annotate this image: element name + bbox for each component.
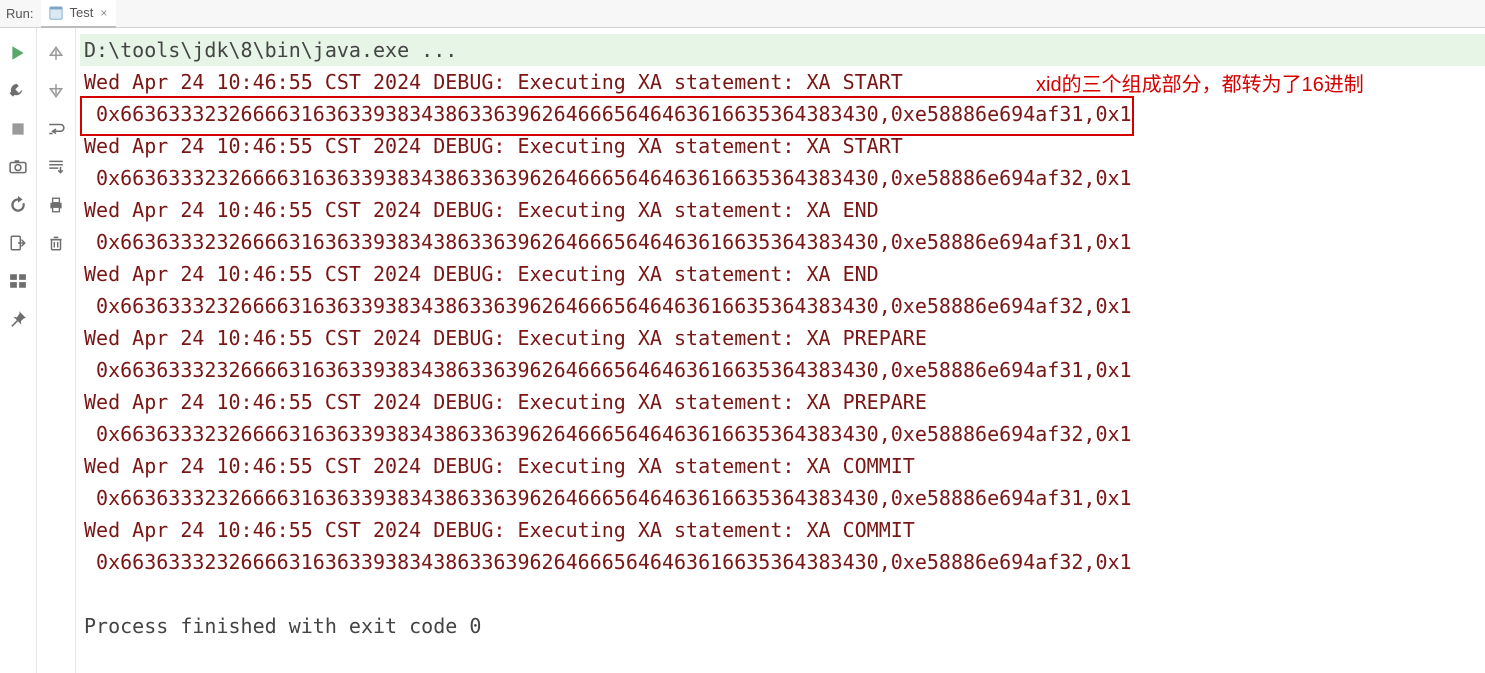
soft-wrap-button[interactable] — [42, 115, 70, 143]
log-line: 0x66363332326666316363393834386336396264… — [80, 98, 1485, 130]
rerun-button[interactable] — [4, 39, 32, 67]
log-line: Wed Apr 24 10:46:55 CST 2024 DEBUG: Exec… — [80, 450, 1485, 482]
log-line: Wed Apr 24 10:46:55 CST 2024 DEBUG: Exec… — [80, 258, 1485, 290]
print-button[interactable] — [42, 191, 70, 219]
log-line: 0x66363332326666316363393834386336396264… — [80, 226, 1485, 258]
restart-button[interactable] — [4, 191, 32, 219]
layout-button[interactable] — [4, 267, 32, 295]
log-line: Wed Apr 24 10:46:55 CST 2024 DEBUG: Exec… — [80, 322, 1485, 354]
left-toolbar — [0, 28, 37, 673]
stop-button[interactable] — [4, 115, 32, 143]
log-line: Wed Apr 24 10:46:55 CST 2024 DEBUG: Exec… — [80, 66, 1485, 98]
close-icon[interactable]: × — [99, 6, 108, 20]
log-line: 0x66363332326666316363393834386336396264… — [80, 354, 1485, 386]
log-line: 0x66363332326666316363393834386336396264… — [80, 418, 1485, 450]
console-output[interactable]: D:\tools\jdk\8\bin\java.exe ... Wed Apr … — [76, 28, 1485, 673]
log-line: Wed Apr 24 10:46:55 CST 2024 DEBUG: Exec… — [80, 194, 1485, 226]
tool-window-title: Run: — [0, 6, 41, 21]
tool-window-header: Run: Test × — [0, 0, 1485, 28]
application-icon — [49, 6, 63, 20]
log-line: 0x66363332326666316363393834386336396264… — [80, 290, 1485, 322]
command-line: D:\tools\jdk\8\bin\java.exe ... — [80, 34, 1485, 66]
run-tab-test[interactable]: Test × — [41, 0, 116, 28]
scroll-end-button[interactable] — [42, 153, 70, 181]
log-line: 0x66363332326666316363393834386336396264… — [80, 546, 1485, 578]
tool-window-body: D:\tools\jdk\8\bin\java.exe ... Wed Apr … — [0, 28, 1485, 673]
console-toolbar — [37, 28, 76, 673]
down-stack-button[interactable] — [42, 77, 70, 105]
pin-button[interactable] — [4, 305, 32, 333]
log-line: Wed Apr 24 10:46:55 CST 2024 DEBUG: Exec… — [80, 514, 1485, 546]
clear-all-button[interactable] — [42, 229, 70, 257]
log-line: Wed Apr 24 10:46:55 CST 2024 DEBUG: Exec… — [80, 130, 1485, 162]
tab-label: Test — [69, 5, 93, 20]
build-run-button[interactable] — [4, 77, 32, 105]
camera-button[interactable] — [4, 153, 32, 181]
up-stack-button[interactable] — [42, 39, 70, 67]
log-line: 0x66363332326666316363393834386336396264… — [80, 162, 1485, 194]
log-line: Wed Apr 24 10:46:55 CST 2024 DEBUG: Exec… — [80, 386, 1485, 418]
log-line: 0x66363332326666316363393834386336396264… — [80, 482, 1485, 514]
exit-button[interactable] — [4, 229, 32, 257]
run-tool-window: Run: Test × — [0, 0, 1485, 673]
exit-code-line: Process finished with exit code 0 — [80, 610, 1485, 642]
